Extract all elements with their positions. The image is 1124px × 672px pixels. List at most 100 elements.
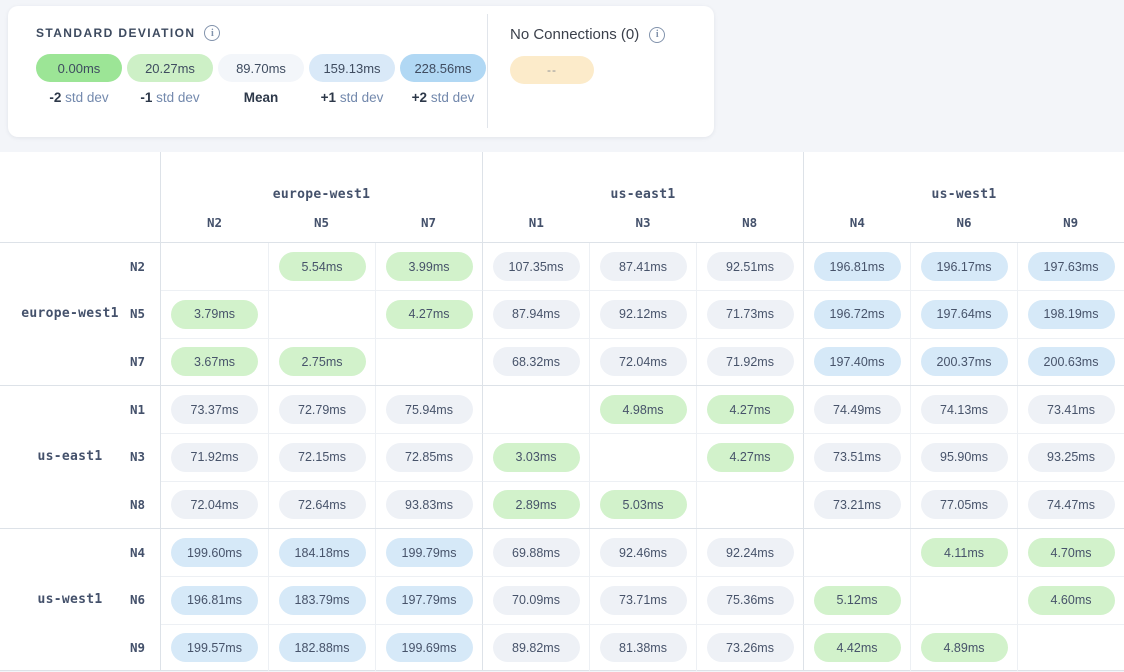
latency-pill[interactable]: 71.73ms	[707, 300, 794, 329]
latency-pill[interactable]: 68.32ms	[493, 347, 580, 376]
latency-pill[interactable]: 198.19ms	[1028, 300, 1115, 329]
latency-pill[interactable]: 197.64ms	[921, 300, 1008, 329]
latency-pill[interactable]: 71.92ms	[707, 347, 794, 376]
latency-pill[interactable]: 72.15ms	[279, 443, 366, 472]
latency-pill[interactable]: 196.81ms	[171, 586, 258, 615]
latency-pill[interactable]: 73.37ms	[171, 395, 258, 424]
latency-pill[interactable]: 199.60ms	[171, 538, 258, 567]
latency-cell: 73.41ms	[1017, 386, 1124, 433]
latency-pill[interactable]: 4.60ms	[1028, 586, 1115, 615]
latency-pill[interactable]: 92.24ms	[707, 538, 794, 567]
latency-pill[interactable]: 197.40ms	[814, 347, 901, 376]
latency-pill[interactable]: 2.89ms	[493, 490, 580, 519]
latency-pill[interactable]: 4.27ms	[707, 443, 794, 472]
latency-pill[interactable]: 74.47ms	[1028, 490, 1115, 519]
std-dev-label-light: std dev	[336, 90, 383, 105]
latency-pill[interactable]: 182.88ms	[279, 633, 366, 662]
latency-pill[interactable]: 107.35ms	[493, 252, 580, 281]
latency-cell: 92.51ms	[696, 243, 803, 290]
row-node-label: N9	[130, 624, 145, 671]
latency-pill[interactable]: 93.83ms	[386, 490, 473, 519]
column-group-label: us-east1	[483, 187, 803, 202]
latency-cell: 72.64ms	[268, 481, 375, 528]
latency-cell: 3.67ms	[161, 338, 268, 385]
latency-pill[interactable]: 184.18ms	[279, 538, 366, 567]
latency-pill[interactable]: 92.12ms	[600, 300, 687, 329]
latency-cell	[161, 243, 268, 290]
row-node-label: N8	[130, 481, 145, 528]
latency-pill[interactable]: 2.75ms	[279, 347, 366, 376]
latency-pill[interactable]: 197.79ms	[386, 586, 473, 615]
latency-pill[interactable]: 196.72ms	[814, 300, 901, 329]
latency-pill[interactable]: 199.79ms	[386, 538, 473, 567]
latency-pill[interactable]: 4.27ms	[386, 300, 473, 329]
latency-pill[interactable]: 4.98ms	[600, 395, 687, 424]
latency-pill[interactable]: 89.82ms	[493, 633, 580, 662]
matrix-body: europe-west1N2N5N75.54ms3.99ms107.35ms87…	[0, 242, 1124, 671]
latency-pill[interactable]: 87.41ms	[600, 252, 687, 281]
latency-pill[interactable]: 87.94ms	[493, 300, 580, 329]
latency-pill[interactable]: 73.21ms	[814, 490, 901, 519]
latency-pill[interactable]: 5.03ms	[600, 490, 687, 519]
latency-pill[interactable]: 4.89ms	[921, 633, 1008, 662]
latency-pill[interactable]: 199.69ms	[386, 633, 473, 662]
latency-pill[interactable]: 3.03ms	[493, 443, 580, 472]
latency-cell: 72.79ms	[268, 386, 375, 433]
latency-cell: 197.79ms	[375, 576, 482, 623]
latency-pill[interactable]: 197.63ms	[1028, 252, 1115, 281]
latency-cell: 89.82ms	[482, 624, 589, 671]
latency-pill[interactable]: 70.09ms	[493, 586, 580, 615]
latency-pill[interactable]: 71.92ms	[171, 443, 258, 472]
latency-pill[interactable]: 69.88ms	[493, 538, 580, 567]
row-node-label: N4	[130, 529, 145, 576]
latency-pill[interactable]: 4.27ms	[707, 395, 794, 424]
latency-pill[interactable]: 72.79ms	[279, 395, 366, 424]
latency-pill[interactable]: 3.67ms	[171, 347, 258, 376]
latency-pill[interactable]: 196.81ms	[814, 252, 901, 281]
latency-pill[interactable]: 73.26ms	[707, 633, 794, 662]
latency-pill[interactable]: 75.94ms	[386, 395, 473, 424]
latency-pill[interactable]: 93.25ms	[1028, 443, 1115, 472]
latency-pill[interactable]: 73.41ms	[1028, 395, 1115, 424]
latency-pill[interactable]: 3.79ms	[171, 300, 258, 329]
latency-pill[interactable]: 4.42ms	[814, 633, 901, 662]
latency-pill[interactable]: 92.46ms	[600, 538, 687, 567]
latency-pill[interactable]: 77.05ms	[921, 490, 1008, 519]
latency-cell: 72.85ms	[375, 433, 482, 480]
latency-pill[interactable]: 5.54ms	[279, 252, 366, 281]
std-dev-label-bold: Mean	[244, 90, 279, 105]
latency-cell: 199.79ms	[375, 529, 482, 576]
latency-cell: 77.05ms	[910, 481, 1017, 528]
latency-pill[interactable]: 74.49ms	[814, 395, 901, 424]
latency-pill[interactable]: 183.79ms	[279, 586, 366, 615]
info-icon[interactable]: i	[204, 25, 220, 41]
latency-pill[interactable]: 81.38ms	[600, 633, 687, 662]
latency-pill[interactable]: 95.90ms	[921, 443, 1008, 472]
latency-cell: 197.40ms	[803, 338, 910, 385]
latency-pill[interactable]: 73.71ms	[600, 586, 687, 615]
info-icon[interactable]: i	[649, 27, 665, 43]
latency-cell: 75.36ms	[696, 576, 803, 623]
latency-pill[interactable]: 75.36ms	[707, 586, 794, 615]
latency-pill[interactable]: 3.99ms	[386, 252, 473, 281]
latency-cell: 93.25ms	[1017, 433, 1124, 480]
row-group: europe-west1N2N5N75.54ms3.99ms107.35ms87…	[0, 242, 1124, 385]
column-group-header: us-west1N4N6N9	[803, 152, 1124, 242]
latency-pill[interactable]: 196.17ms	[921, 252, 1008, 281]
latency-cell: 107.35ms	[482, 243, 589, 290]
latency-pill[interactable]: 5.12ms	[814, 586, 901, 615]
latency-pill[interactable]: 4.11ms	[921, 538, 1008, 567]
latency-pill[interactable]: 72.85ms	[386, 443, 473, 472]
latency-pill[interactable]: 72.04ms	[171, 490, 258, 519]
std-dev-label: Mean	[218, 90, 304, 105]
latency-pill[interactable]: 92.51ms	[707, 252, 794, 281]
latency-pill[interactable]: 74.13ms	[921, 395, 1008, 424]
latency-pill[interactable]: 199.57ms	[171, 633, 258, 662]
latency-pill[interactable]: 72.64ms	[279, 490, 366, 519]
column-node-label: N1	[483, 215, 590, 230]
latency-pill[interactable]: 73.51ms	[814, 443, 901, 472]
latency-pill[interactable]: 200.63ms	[1028, 347, 1115, 376]
latency-pill[interactable]: 72.04ms	[600, 347, 687, 376]
latency-pill[interactable]: 4.70ms	[1028, 538, 1115, 567]
latency-pill[interactable]: 200.37ms	[921, 347, 1008, 376]
